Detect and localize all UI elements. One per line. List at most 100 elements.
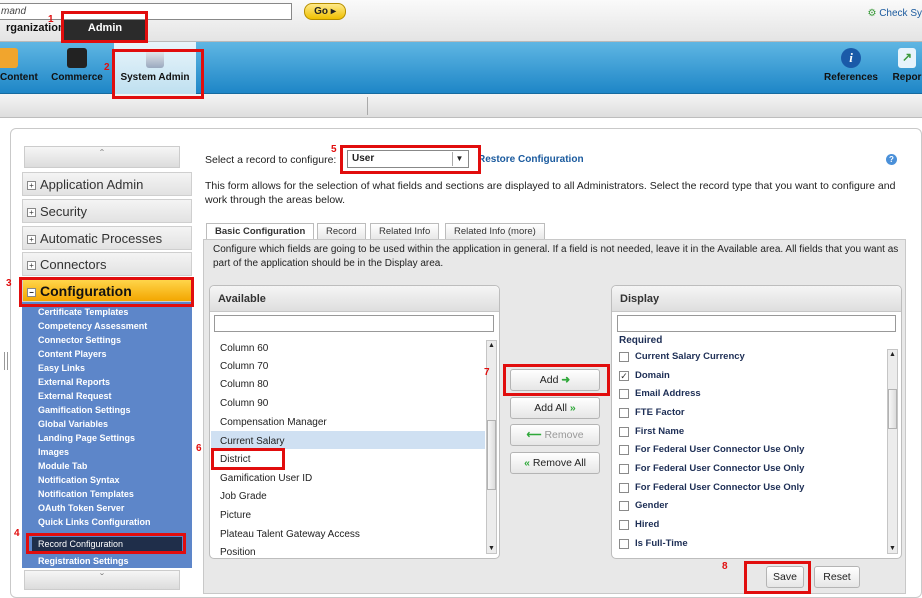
available-header: Available xyxy=(210,286,499,312)
display-item[interactable]: First Name xyxy=(635,426,684,437)
submenu-item[interactable]: External Reports xyxy=(38,376,110,388)
available-item[interactable]: Column 60 xyxy=(220,343,268,354)
submenu-item[interactable]: Easy Links xyxy=(38,362,85,374)
checkbox[interactable] xyxy=(619,539,629,549)
tab-related-info-more[interactable]: Related Info (more) xyxy=(445,223,545,239)
checkbox[interactable] xyxy=(619,520,629,530)
submenu-item[interactable]: Content Players xyxy=(38,348,107,360)
available-item[interactable]: Picture xyxy=(220,510,251,521)
annotation-box-5 xyxy=(340,145,481,174)
expand-icon: + xyxy=(27,235,36,244)
submenu-item[interactable]: Gamification Settings xyxy=(38,404,131,416)
available-item[interactable]: Column 80 xyxy=(220,379,268,390)
nav-section-label: Security xyxy=(40,204,87,219)
display-item[interactable]: Email Address xyxy=(635,388,701,399)
scroll-up-icon: ▲ xyxy=(889,351,896,358)
display-filter-input[interactable] xyxy=(617,315,896,332)
resize-handle[interactable] xyxy=(4,352,8,370)
nav-section-label: Application Admin xyxy=(40,177,144,192)
available-item[interactable]: Gamification User ID xyxy=(220,473,312,484)
tab-related-info[interactable]: Related Info xyxy=(370,223,440,239)
nav-scroll-down[interactable]: ˇ xyxy=(24,570,180,590)
checkbox[interactable] xyxy=(619,483,629,493)
required-group-label: Required xyxy=(619,335,663,346)
display-scrollbar[interactable]: ▲ ▼ xyxy=(887,349,898,554)
available-item[interactable]: Position xyxy=(220,547,256,558)
display-item[interactable]: Gender xyxy=(635,500,668,511)
play-icon: ▸ xyxy=(330,6,336,17)
reset-button[interactable]: Reset xyxy=(814,566,860,588)
remove-button[interactable]: ⟵ Remove xyxy=(510,424,600,446)
go-button[interactable]: Go ▸ xyxy=(304,3,346,20)
submenu-item[interactable]: Certificate Templates xyxy=(38,306,128,318)
tab-record[interactable]: Record xyxy=(317,223,366,239)
checkbox[interactable] xyxy=(619,408,629,418)
submenu-item[interactable]: Notification Syntax xyxy=(38,474,120,486)
submenu-item[interactable]: Module Tab xyxy=(38,460,87,472)
checkbox[interactable] xyxy=(619,464,629,474)
submenu-item[interactable]: Global Variables xyxy=(38,418,108,430)
check-system-link[interactable]: ⚙ Check Sy xyxy=(867,8,922,19)
tab-basic-configuration[interactable]: Basic Configuration xyxy=(206,223,315,240)
display-item[interactable]: Domain xyxy=(635,370,670,381)
available-item[interactable]: Job Grade xyxy=(220,491,267,502)
annotation-number-7: 7 xyxy=(484,367,490,378)
expand-icon: + xyxy=(27,208,36,217)
display-item[interactable]: For Federal User Connector Use Only xyxy=(635,444,804,455)
available-scroll-thumb[interactable] xyxy=(487,420,496,490)
reports-icon: ↗ xyxy=(898,48,916,68)
annotation-box-8 xyxy=(744,561,811,594)
ribbon-reports-button[interactable]: ↗ Repor xyxy=(892,42,922,94)
nav-automatic-processes[interactable]: + Automatic Processes xyxy=(22,226,192,250)
display-item[interactable]: For Federal User Connector Use Only xyxy=(635,463,804,474)
submenu-item[interactable]: OAuth Token Server xyxy=(38,502,124,514)
nav-scroll-up[interactable]: ˆ xyxy=(24,146,180,168)
display-header: Display xyxy=(612,286,901,312)
available-item[interactable]: Compensation Manager xyxy=(220,417,327,428)
nav-security[interactable]: + Security xyxy=(22,199,192,223)
display-scroll-thumb[interactable] xyxy=(888,389,897,429)
submenu-item[interactable]: Competency Assessment xyxy=(38,320,147,332)
display-item[interactable]: Hired xyxy=(635,519,659,530)
available-item-current-salary[interactable]: Current Salary xyxy=(220,436,284,447)
nav-connectors[interactable]: + Connectors xyxy=(22,252,192,276)
annotation-box-7 xyxy=(503,364,610,396)
add-all-label: Add All xyxy=(534,402,567,414)
available-item[interactable]: Plateau Talent Gateway Access xyxy=(220,529,360,540)
submenu-item[interactable]: Registration Settings xyxy=(38,555,129,567)
available-item[interactable]: Column 70 xyxy=(220,361,268,372)
available-filter-input[interactable] xyxy=(214,315,494,332)
remove-label: Remove xyxy=(544,429,584,441)
submenu-item[interactable]: Landing Page Settings xyxy=(38,432,135,444)
checkbox[interactable] xyxy=(619,352,629,362)
restore-configuration-link[interactable]: Restore Configuration xyxy=(478,154,584,165)
checkbox-checked[interactable]: ✓ xyxy=(619,371,629,381)
ribbon-content-button[interactable]: Content xyxy=(0,42,38,94)
available-item[interactable]: Column 90 xyxy=(220,398,268,409)
submenu-item[interactable]: Quick Links Configuration xyxy=(38,516,151,528)
submenu-item[interactable]: External Request xyxy=(38,390,112,402)
ribbon-references-button[interactable]: i References xyxy=(820,42,882,94)
checkbox[interactable] xyxy=(619,389,629,399)
checkbox[interactable] xyxy=(619,445,629,455)
checkbox[interactable] xyxy=(619,427,629,437)
display-item[interactable]: For Federal User Connector Use Only xyxy=(635,482,804,493)
double-arrow-left-icon: « xyxy=(524,457,530,469)
nav-application-admin[interactable]: + Application Admin xyxy=(22,172,192,196)
annotation-number-3: 3 xyxy=(6,278,12,289)
display-item[interactable]: Is Full-Time xyxy=(635,538,688,549)
chevron-up-icon: ˆ xyxy=(100,147,104,161)
scroll-up-icon: ▲ xyxy=(488,342,495,349)
submenu-item[interactable]: Images xyxy=(38,446,69,458)
display-item[interactable]: Current Salary Currency xyxy=(635,351,745,362)
annotation-box-1 xyxy=(61,11,148,43)
remove-all-button[interactable]: « Remove All xyxy=(510,452,600,474)
submenu-item[interactable]: Connector Settings xyxy=(38,334,121,346)
ribbon-commerce-button[interactable]: Commerce xyxy=(48,42,106,94)
add-all-button[interactable]: Add All » xyxy=(510,397,600,419)
submenu-item[interactable]: Notification Templates xyxy=(38,488,134,500)
display-item[interactable]: FTE Factor xyxy=(635,407,685,418)
help-icon[interactable]: ? xyxy=(886,154,897,165)
checkbox[interactable] xyxy=(619,501,629,511)
expand-icon: + xyxy=(27,261,36,270)
